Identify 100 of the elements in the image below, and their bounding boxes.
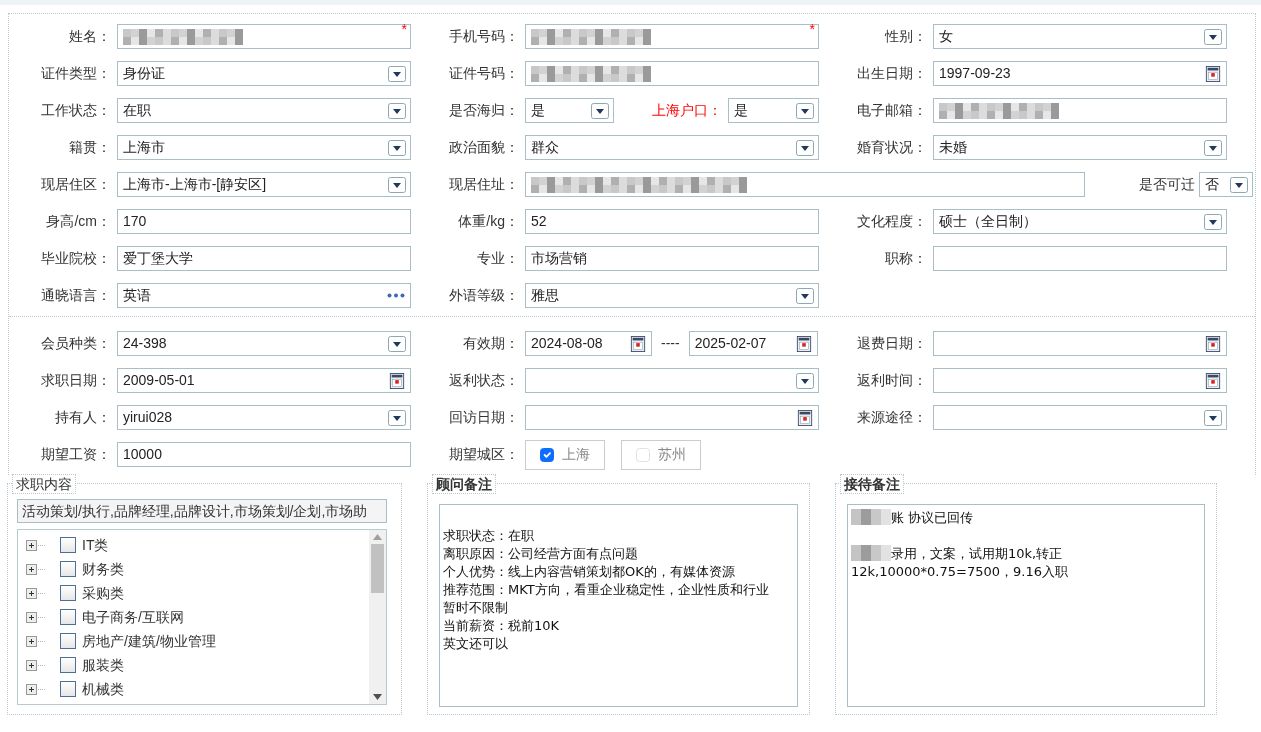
tree-item[interactable]: 房地产/建筑/物业管理 <box>82 630 216 652</box>
field-label: 期望工资： <box>40 445 112 464</box>
dropdown[interactable]: 雅思 <box>525 283 819 308</box>
expand-icon[interactable] <box>26 563 46 575</box>
dropdown[interactable]: 否 <box>1199 172 1253 197</box>
field-label: 证件类型： <box>40 64 112 83</box>
date-field[interactable]: 2025-02-07 <box>688 331 818 356</box>
date-field[interactable] <box>933 368 1227 393</box>
dropdown[interactable]: yirui028 <box>117 405 411 430</box>
note-line: 12k,10000*0.75=7500，9.16入职 <box>851 564 1068 579</box>
checkbox[interactable] <box>60 609 76 625</box>
field-label: 出生日期： <box>856 64 928 83</box>
expand-icon[interactable] <box>26 683 46 695</box>
calendar-icon <box>1204 65 1222 82</box>
date-field[interactable]: 2009-05-01 <box>117 368 411 393</box>
dropdown[interactable]: 在职 <box>117 98 411 123</box>
dropdown[interactable]: 未婚 <box>933 135 1227 160</box>
field-label: 期望城区： <box>448 445 520 464</box>
scrollbar[interactable] <box>369 530 386 704</box>
dropdown[interactable]: 24-398 <box>117 331 411 356</box>
dropdown[interactable]: 是 <box>728 98 819 123</box>
checkbox[interactable] <box>60 633 76 649</box>
more-icon <box>387 293 405 298</box>
panel-legend: 接待备注 <box>840 474 904 494</box>
field-label: 回访日期： <box>448 408 520 427</box>
caret-icon <box>388 409 406 426</box>
calendar-icon <box>794 335 813 352</box>
note-line: 求职状态：在职 <box>443 528 534 543</box>
field-label: 工作状态： <box>40 101 112 120</box>
text-field[interactable] <box>933 98 1227 123</box>
field-label: 是否可迁 <box>1138 175 1196 194</box>
tree-item[interactable]: 机械类 <box>82 678 124 700</box>
text-field[interactable]: 10000 <box>117 442 411 467</box>
picker-field[interactable]: 英语 <box>117 283 411 308</box>
dropdown[interactable]: 上海市 <box>117 135 411 160</box>
tree-item[interactable]: 电子商务/互联网 <box>82 606 184 628</box>
expand-icon[interactable] <box>26 659 46 671</box>
dropdown[interactable]: 群众 <box>525 135 819 160</box>
field-label: 外语等级： <box>448 286 520 305</box>
field-label: 通晓语言： <box>40 286 112 305</box>
tree-item[interactable]: 财务类 <box>82 558 124 580</box>
date-field[interactable]: 2024-08-08 <box>525 331 652 356</box>
field-label: 来源途径： <box>856 408 928 427</box>
note-line: 推荐范围：MKT方向，看重企业稳定性，企业性质和行业 <box>443 582 769 597</box>
field-label: 上海户口： <box>651 101 723 120</box>
dropdown[interactable]: 上海市-上海市-[静安区] <box>117 172 411 197</box>
field-label: 是否海归： <box>448 101 520 120</box>
text-field[interactable]: * <box>525 24 819 49</box>
checkbox[interactable] <box>60 585 76 601</box>
summary-field[interactable]: 活动策划/执行,品牌经理,品牌设计,市场策划/企划,市场助 <box>17 499 387 523</box>
scroll-thumb[interactable] <box>371 544 384 593</box>
expand-icon[interactable] <box>26 587 46 599</box>
checkbox[interactable] <box>60 657 76 673</box>
expand-icon[interactable] <box>26 635 46 647</box>
text-field[interactable] <box>933 246 1227 271</box>
field-label: 持有人： <box>54 408 112 427</box>
field-label: 返利状态： <box>448 371 520 390</box>
field-label: 职称： <box>884 249 928 268</box>
note-line: 英文还可以 <box>443 636 508 651</box>
dropdown[interactable]: 女 <box>933 24 1227 49</box>
calendar-icon <box>1204 372 1222 389</box>
text-field[interactable] <box>525 61 819 86</box>
checkbox[interactable] <box>60 561 76 577</box>
text-field[interactable]: 市场营销 <box>525 246 819 271</box>
notes-field[interactable]: 求职状态：在职 离职原因：公司经营方面有点问题 个人优势：线上内容营销策划都OK的，有媒体资源 推荐范围：MKT方向，看重企业稳定性，企业性质和行业 暂时不限制 当前薪资：税前10K 英文还可以 <box>439 504 798 707</box>
caret-icon <box>796 372 814 389</box>
caret-icon <box>388 335 406 352</box>
caret-icon <box>388 102 406 119</box>
expand-icon[interactable] <box>26 539 46 551</box>
dropdown[interactable]: 是 <box>525 98 614 123</box>
note-line: 离职原因：公司经营方面有点问题 <box>443 546 638 561</box>
field-label: 毕业院校： <box>40 249 112 268</box>
caret-icon <box>796 102 814 119</box>
text-field[interactable]: * <box>117 24 411 49</box>
option-label[interactable]: 上海 <box>562 444 590 465</box>
date-field[interactable] <box>933 331 1227 356</box>
tree-item[interactable]: 服装类 <box>82 654 124 676</box>
expand-icon[interactable] <box>26 611 46 623</box>
text-field[interactable] <box>525 172 1085 197</box>
caret-icon <box>796 287 814 304</box>
dropdown[interactable]: 身份证 <box>117 61 411 86</box>
checkbox[interactable] <box>60 537 76 553</box>
tree-item[interactable]: 采购类 <box>82 582 124 604</box>
date-field[interactable]: 1997-09-23 <box>933 61 1227 86</box>
text-field[interactable]: 170 <box>117 209 411 234</box>
text-field[interactable]: 52 <box>525 209 819 234</box>
note-line: 录用，文案，试用期10k,转正 <box>891 546 1063 561</box>
field-label: 体重/kg： <box>457 212 520 231</box>
checkbox[interactable] <box>60 681 76 697</box>
notes-field[interactable]: 账 协议已回传 录用，文案，试用期10k,转正 12k,10000*0.75=7500，9.16入职 <box>847 504 1205 707</box>
caret-icon <box>388 176 406 193</box>
option-label[interactable]: 苏州 <box>658 444 686 465</box>
text-field[interactable]: 爱丁堡大学 <box>117 246 411 271</box>
date-field[interactable] <box>525 405 819 430</box>
checkbox[interactable] <box>540 447 554 462</box>
field-label: 性别： <box>883 27 928 46</box>
tree-item[interactable]: IT类 <box>82 534 109 556</box>
dropdown[interactable]: 硕士（全日制） <box>933 209 1227 234</box>
field-label: 电子邮箱： <box>856 101 928 120</box>
panel-legend: 顾问备注 <box>432 474 496 494</box>
